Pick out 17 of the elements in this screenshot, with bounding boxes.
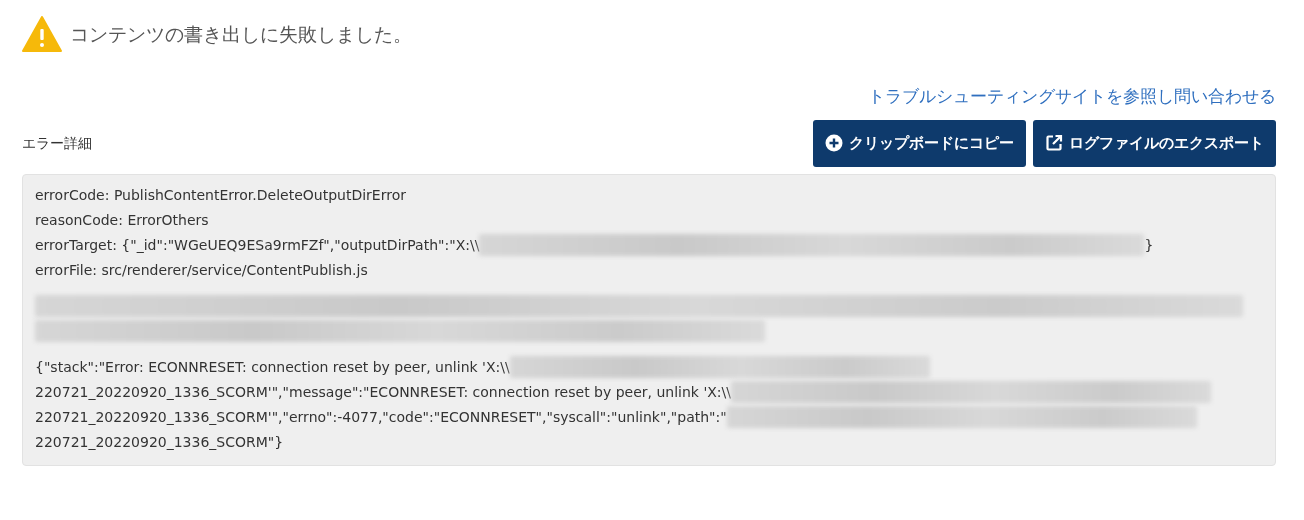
copy-button[interactable]: クリップボードにコピー [813, 119, 1026, 167]
external-link-icon [1045, 134, 1063, 152]
details-label: エラー詳細 [22, 133, 92, 153]
log-text: {"stack":"Error: ECONNRESET: connection reset by peer, unlink 'X:\\ [35, 357, 510, 377]
plus-circle-icon [825, 134, 843, 152]
log-text: 220721_20220920_1336_SCORM'","message":"ECONNRESET: connection reset by peer, unlink 'X:\\ [35, 382, 731, 402]
log-text: 220721_20220920_1336_SCORM"} [35, 432, 284, 452]
log-text: } [1144, 235, 1154, 255]
log-text: reasonCode: ErrorOthers [35, 210, 209, 230]
help-link[interactable]: トラブルシューティングサイトを参照し問い合わせる [868, 84, 1276, 110]
log-text: errorCode: PublishContentError.DeleteOutputDirError [35, 185, 406, 205]
log-text: 220721_20220920_1336_SCORM'","errno":-4077,"code":"ECONNRESET","syscall":"unlink","path":" [35, 407, 727, 427]
log-text: errorTarget: {"_id":"WGeUEQ9ESa9rmFZf","outputDirPath":"X:\\ [35, 235, 480, 255]
alert-message: コンテンツの書き出しに失敗しました。 [70, 21, 412, 47]
export-button[interactable]: ログファイルのエクスポート [1033, 119, 1276, 167]
log-text: errorFile: src/renderer/service/ContentPublish.js [35, 260, 368, 280]
warning-icon [22, 16, 62, 52]
